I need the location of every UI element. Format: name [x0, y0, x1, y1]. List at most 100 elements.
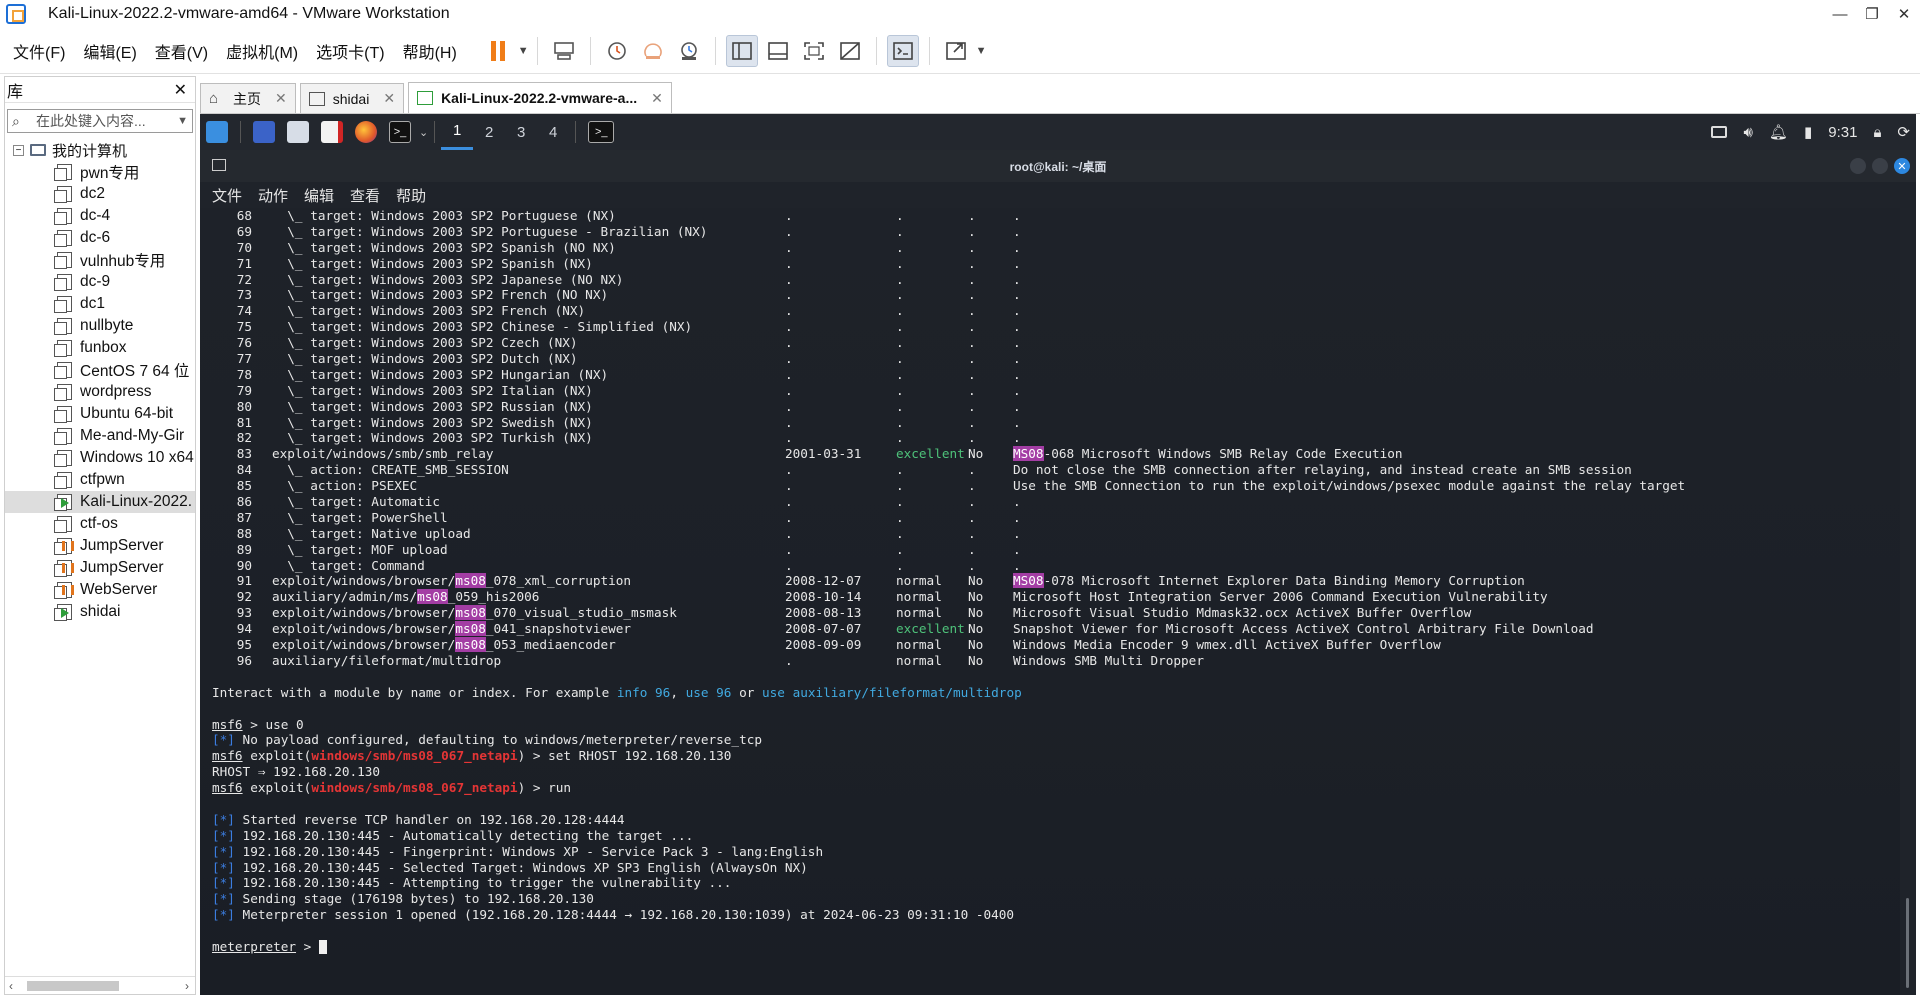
kali-menu-icon[interactable]: [206, 121, 228, 143]
pause-dropdown-icon[interactable]: ▼: [518, 45, 529, 57]
vm-list-item[interactable]: CentOS 7 64 位: [5, 359, 195, 381]
workspace-4[interactable]: 4: [537, 114, 569, 150]
vm-list-item[interactable]: Kali-Linux-2022.: [5, 491, 195, 513]
terminal-launcher-icon[interactable]: >_: [389, 121, 411, 143]
search-dropdown-icon[interactable]: ▼: [177, 115, 188, 127]
workspace-1[interactable]: 1: [441, 114, 474, 150]
unity-button[interactable]: [834, 35, 866, 67]
power-icon[interactable]: ⟳: [1897, 123, 1910, 141]
vm-list-item[interactable]: dc-4: [5, 205, 195, 227]
vm-list-item[interactable]: WebServer: [5, 579, 195, 601]
vm-list-item[interactable]: shidai: [5, 601, 195, 623]
vm-list-item[interactable]: funbox: [5, 337, 195, 359]
vm-list-item[interactable]: vulnhub专用: [5, 249, 195, 271]
vm-list-item[interactable]: dc1: [5, 293, 195, 315]
vm-list-item[interactable]: Windows 10 x64: [5, 447, 195, 469]
vm-list-item[interactable]: ctf-os: [5, 513, 195, 535]
home-icon: ⌂: [209, 89, 219, 107]
vm-list-item[interactable]: dc-6: [5, 227, 195, 249]
vm-list-item[interactable]: JumpServer: [5, 557, 195, 579]
terminal-scrollbar-thumb[interactable]: [1906, 898, 1909, 988]
vm-list-item[interactable]: JumpServer: [5, 535, 195, 557]
menu-help[interactable]: 帮助(H): [394, 28, 466, 74]
collapse-toggle-icon[interactable]: −: [13, 144, 24, 156]
tab-kali[interactable]: Kali-Linux-2022.2-vmware-a... ✕: [408, 82, 672, 113]
display-icon[interactable]: [1711, 126, 1728, 138]
vm-list-item[interactable]: dc2: [5, 183, 195, 205]
library-horizontal-scrollbar[interactable]: ‹ ›: [5, 976, 195, 994]
volume-icon[interactable]: 🔊︎: [1743, 124, 1752, 141]
terminal-menu-action[interactable]: 动作: [258, 185, 288, 206]
menu-view[interactable]: 查看(V): [146, 28, 217, 74]
stretch-button[interactable]: [940, 35, 972, 67]
scroll-left-icon[interactable]: ‹: [9, 979, 13, 993]
vm-list-item[interactable]: ctfpwn: [5, 469, 195, 491]
terminal-dropdown-icon[interactable]: ⌄: [419, 126, 428, 139]
tab-close-icon[interactable]: ✕: [275, 90, 287, 107]
library-search-input[interactable]: ⌕ 在此处键入内容... ▼: [7, 109, 193, 133]
terminal-output[interactable]: 68 \_ target: Windows 2003 SP2 Portugues…: [200, 208, 1900, 995]
vm-list-item[interactable]: wordpress: [5, 381, 195, 403]
show-desktop-icon[interactable]: [253, 121, 275, 143]
console-view-button[interactable]: [886, 34, 919, 67]
snapshot-manager-button[interactable]: [673, 35, 705, 67]
vm-list-item[interactable]: dc-9: [5, 271, 195, 293]
search-match-highlight: ms08: [417, 589, 448, 605]
scrollbar-thumb[interactable]: [27, 981, 119, 991]
battery-icon[interactable]: ▮: [1804, 123, 1812, 141]
lock-icon[interactable]: 🔒︎: [1873, 124, 1881, 141]
vm-console[interactable]: >_ ⌄ 1 2 3 4 >_ 🔊︎ 🔔︎ ▮ 9:31 🔒︎ ⟳ root@k…: [200, 114, 1916, 995]
show-library-button[interactable]: [725, 34, 758, 67]
tab-close-icon[interactable]: ✕: [383, 90, 395, 107]
terminal-menu-help[interactable]: 帮助: [396, 185, 426, 206]
terminal-window-button[interactable]: >_: [588, 121, 615, 143]
menu-tabs[interactable]: 选项卡(T): [307, 28, 393, 74]
terminal-scrollbar[interactable]: [1902, 208, 1914, 995]
module-check: .: [968, 351, 976, 367]
menu-file[interactable]: 文件(F): [4, 28, 74, 74]
notification-bell-icon[interactable]: 🔔︎: [1769, 123, 1788, 141]
tab-shidai[interactable]: shidai ✕: [299, 83, 405, 113]
stretch-dropdown-icon[interactable]: ▼: [976, 45, 987, 57]
tree-root-my-computer[interactable]: − 我的计算机: [5, 139, 195, 161]
terminal-menu-file[interactable]: 文件: [212, 185, 242, 206]
maximize-button[interactable]: ❐: [1856, 0, 1888, 28]
module-row: 89 \_ target: MOF upload....: [212, 542, 1900, 558]
firefox-icon[interactable]: [355, 121, 377, 143]
terminal-minimize-button[interactable]: [1850, 158, 1866, 174]
tab-close-icon[interactable]: ✕: [651, 90, 663, 107]
clock[interactable]: 9:31: [1828, 124, 1857, 141]
workspace-3[interactable]: 3: [505, 114, 537, 150]
info-marker: [*]: [212, 907, 235, 923]
workspace-2[interactable]: 2: [473, 114, 505, 150]
vm-list-item[interactable]: Me-and-My-Gir: [5, 425, 195, 447]
menu-vm[interactable]: 虚拟机(M): [217, 28, 307, 74]
full-screen-button[interactable]: [798, 35, 830, 67]
vm-list-item[interactable]: nullbyte: [5, 315, 195, 337]
file-manager-icon[interactable]: [287, 121, 309, 143]
tab-home[interactable]: ⌂ 主页 ✕: [200, 83, 296, 113]
vm-list-item[interactable]: Ubuntu 64-bit: [5, 403, 195, 425]
revert-snapshot-button[interactable]: [637, 35, 669, 67]
info-marker: [*]: [212, 843, 235, 859]
send-ctrl-alt-del-button[interactable]: [548, 35, 580, 67]
scroll-right-icon[interactable]: ›: [185, 979, 189, 993]
terminal-menu-edit[interactable]: 编辑: [304, 185, 334, 206]
vm-running-icon: [54, 604, 72, 621]
terminal-close-button[interactable]: ✕: [1894, 158, 1910, 174]
vm-list-item[interactable]: pwn专用: [5, 161, 195, 183]
minimize-button[interactable]: —: [1824, 0, 1856, 28]
close-button[interactable]: ✕: [1888, 0, 1920, 28]
pause-button[interactable]: [482, 35, 514, 67]
module-rank: normal: [896, 605, 942, 621]
module-name: \_ target: Windows 2003 SP2 Russian (NX): [272, 398, 593, 414]
meterpreter-prompt-line[interactable]: meterpreter >: [212, 939, 1900, 955]
library-close-icon[interactable]: ✕: [174, 80, 187, 100]
terminal-maximize-button[interactable]: [1872, 158, 1888, 174]
terminal-menu-view[interactable]: 查看: [350, 185, 380, 206]
take-snapshot-button[interactable]: [601, 35, 633, 67]
text-editor-icon[interactable]: [321, 121, 343, 143]
thumbnail-bar-button[interactable]: [762, 35, 794, 67]
menu-edit[interactable]: 编辑(E): [74, 28, 145, 74]
module-index: 78: [236, 366, 252, 382]
